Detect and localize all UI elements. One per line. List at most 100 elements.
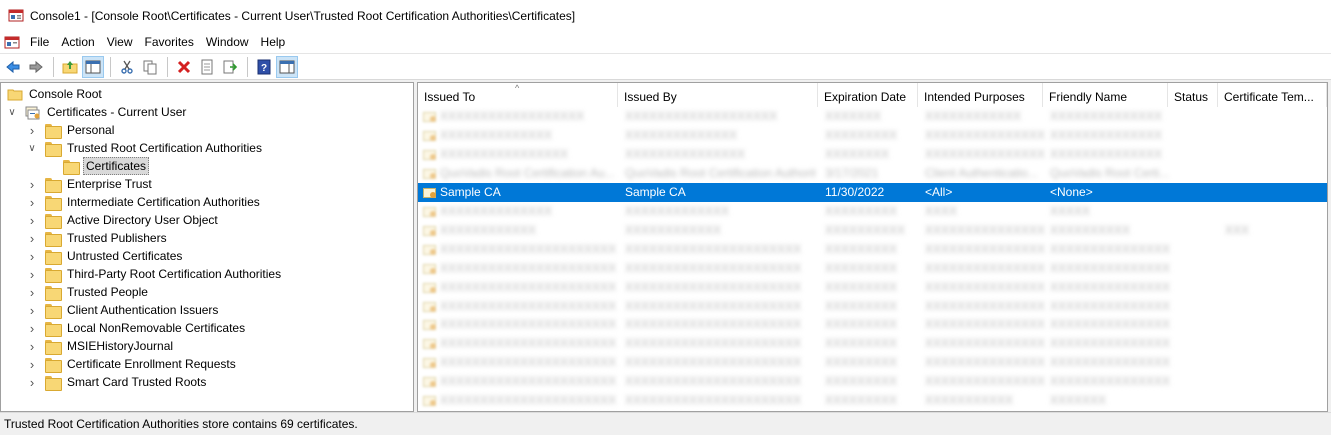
system-menu-icon[interactable] — [4, 35, 20, 51]
delete-button[interactable] — [173, 56, 195, 78]
toolbar-separator — [167, 56, 168, 77]
export-list-button[interactable] — [219, 56, 241, 78]
cell-intended-purposes: XXXXXXXXXXXXXXXX — [925, 279, 1045, 294]
menu-window[interactable]: Window — [202, 32, 257, 53]
menu-action[interactable]: Action — [57, 32, 102, 53]
tree-item[interactable]: › Certificate Enrollment Requests — [27, 355, 238, 373]
chevron-right-icon[interactable]: › — [27, 229, 37, 247]
forward-icon — [29, 60, 43, 73]
certificate-row[interactable]: XXXXXXXXXXXXXXXXXXXXXXXXXXXXXXXXXXXXXXXX… — [418, 126, 1327, 145]
certificate-row[interactable]: XXXXXXXXXXXXXXXXXXXXXXXXXXXXXXXXXXXXXXXX… — [418, 372, 1327, 391]
column-header-intended-purposes[interactable]: Intended Purposes — [918, 83, 1043, 107]
copy-button[interactable] — [139, 56, 161, 78]
help-button[interactable]: ? — [253, 56, 275, 78]
column-header-issued-by[interactable]: Issued By — [618, 83, 818, 107]
cell-issued-by: XXXXXXXXXXXXXXXXXXXXXX — [625, 298, 802, 313]
tree-item[interactable]: › Smart Card Trusted Roots — [27, 373, 208, 391]
cell-issued-by: XXXXXXXXXXXXXX — [625, 127, 738, 142]
certificate-row[interactable]: XXXXXXXXXXXXXXXXXXXXXXXXXXXXXXXXXXXXXXXX… — [418, 297, 1327, 316]
tree-item[interactable]: ∨ Certificates - Current User — [7, 103, 188, 121]
certificate-icon — [422, 355, 437, 370]
certificate-row[interactable]: XXXXXXXXXXXXXXXXXXXXXXXXXXXXXXXXXXXXXXXX… — [418, 315, 1327, 334]
tree-item[interactable]: › Trusted Publishers — [27, 229, 169, 247]
tree-item[interactable]: Certificates — [45, 157, 150, 175]
chevron-right-icon[interactable]: › — [27, 337, 37, 355]
toolbar: ? — [0, 53, 1331, 80]
certificate-row[interactable]: XXXXXXXXXXXXXXXXXXXXXXXXXXXXXXXXXXXXXXXX… — [418, 107, 1327, 126]
tree-item[interactable]: › Trusted People — [27, 283, 150, 301]
certificate-row[interactable]: XXXXXXXXXXXXXXXXXXXXXXXXXXXXXXXXXXXXXXXX… — [418, 334, 1327, 353]
console-tree[interactable]: Console Root ∨ Certificates - Current User… — [0, 82, 414, 412]
chevron-right-icon[interactable]: › — [27, 355, 37, 373]
cell-issued-to: XXXXXXXXXXXXXXXXXXXXXXXXXXX — [440, 260, 616, 275]
cell-certificate-template — [1225, 259, 1325, 278]
chevron-right-icon[interactable]: › — [27, 211, 37, 229]
show-hide-tree-icon — [85, 60, 101, 73]
chevron-down-icon[interactable]: ∨ — [7, 103, 17, 121]
tree-item[interactable]: › Client Authentication Issuers — [27, 301, 220, 319]
cell-expiration-date: XXXXXXXXX — [825, 374, 898, 389]
show-hide-action-pane-button[interactable] — [276, 55, 298, 78]
back-button[interactable] — [2, 56, 24, 78]
column-header-status[interactable]: Status — [1168, 83, 1218, 107]
certificate-row[interactable]: XXXXXXXXXXXXXXXXXXXXXXXXXXXXXXXXXXXXXXXX… — [418, 202, 1327, 221]
properties-button[interactable] — [196, 56, 218, 78]
cell-expiration-date: XXXXXXXXX — [825, 260, 898, 275]
certificate-row[interactable]: XXXXXXXXXXXXXXXXXXXXXXXXXXXXXXXXXXXXXXXX… — [418, 221, 1327, 240]
cell-friendly-name: XXXXXXXXXXXXXXXX — [1050, 260, 1170, 275]
cell-intended-purposes: XXXXXXXXXXXXXXXX — [925, 241, 1045, 256]
certificate-row[interactable]: XXXXXXXXXXXXXXXXXXXXXXXXXXXXXXXXXXXXXXXX… — [418, 240, 1327, 259]
menu-view[interactable]: View — [103, 32, 141, 53]
tree-item[interactable]: › Local NonRemovable Certificates — [27, 319, 247, 337]
tree-item-label: Smart Card Trusted Roots — [67, 375, 207, 389]
chevron-right-icon[interactable]: › — [27, 121, 37, 139]
certificate-row[interactable]: QuoVadis Root Certification Au... QuoVadi… — [418, 164, 1327, 183]
cell-friendly-name: XXXXXXXXXXXXXX — [1050, 127, 1163, 142]
tree-item[interactable]: › Intermediate Certification Authorities — [27, 193, 262, 211]
forward-button[interactable] — [25, 56, 47, 78]
folder-icon — [45, 249, 62, 265]
up-one-level-button[interactable] — [59, 56, 81, 78]
toolbar-separator — [53, 56, 54, 77]
certificate-row[interactable]: XXXXXXXXXXXXXXXXXXXXXXXXXXXXXXXXXXXXXXXX… — [418, 391, 1327, 410]
certificate-row[interactable]: XXXXXXXXXXXXXXXXXXXXXXXXXXXXXXXXXXXXXXXX… — [418, 145, 1327, 164]
tree-item[interactable]: › Personal — [27, 121, 116, 139]
chevron-right-icon[interactable]: › — [27, 319, 37, 337]
tree-item[interactable]: › MSIEHistoryJournal — [27, 337, 175, 355]
tree-item[interactable]: Console Root — [7, 85, 104, 103]
certificate-list[interactable]: Issued To ^ Issued By Expiration Date In… — [417, 82, 1328, 412]
chevron-right-icon[interactable]: › — [27, 301, 37, 319]
certificate-row[interactable]: XXXXXXXXXXXXXXXXXXXXXXXXXXXXXXXXXXXXXXXX… — [418, 278, 1327, 297]
cell-certificate-template — [1225, 353, 1325, 372]
cell-friendly-name: <None> — [1050, 184, 1093, 199]
menu-file[interactable]: File — [26, 32, 57, 53]
column-header-certificate-template[interactable]: Certificate Tem... — [1218, 83, 1327, 107]
menu-help[interactable]: Help — [257, 32, 294, 53]
certificate-row[interactable]: XXXXXXXXXXXXXXXXXXXXXXXXXXXXXXXXXXXXXXXX… — [418, 259, 1327, 278]
menu-favorites[interactable]: Favorites — [141, 32, 202, 53]
column-header-friendly-name[interactable]: Friendly Name — [1043, 83, 1168, 107]
folder-icon — [45, 321, 62, 337]
tree-item[interactable]: › Untrusted Certificates — [27, 247, 184, 265]
cell-intended-purposes: XXXXXXXXXXXX — [925, 109, 1022, 123]
tree-item[interactable]: › Enterprise Trust — [27, 175, 154, 193]
copy-icon — [143, 60, 157, 74]
chevron-right-icon[interactable]: › — [27, 193, 37, 211]
tree-item[interactable]: › Active Directory User Object — [27, 211, 220, 229]
chevron-right-icon[interactable]: › — [27, 373, 37, 391]
tree-item[interactable]: › Third-Party Root Certification Authorit… — [27, 265, 283, 283]
cell-certificate-template — [1225, 334, 1325, 353]
cell-intended-purposes: Client Authenticatio... — [925, 165, 1038, 180]
chevron-right-icon[interactable]: › — [27, 175, 37, 193]
chevron-down-icon[interactable]: ∨ — [27, 139, 37, 157]
chevron-right-icon[interactable]: › — [27, 265, 37, 283]
chevron-right-icon[interactable]: › — [27, 283, 37, 301]
cell-friendly-name: XXXXX — [1050, 203, 1091, 218]
certificate-row[interactable]: Sample CA Sample CA 11/30/2022 <All> <None> — [418, 182, 1327, 202]
cut-button[interactable] — [116, 56, 138, 78]
chevron-right-icon[interactable]: › — [27, 247, 37, 265]
show-hide-console-tree-button[interactable] — [82, 55, 104, 78]
tree-item[interactable]: ∨ Trusted Root Certification Authorities — [27, 139, 264, 157]
certificate-row[interactable]: XXXXXXXXXXXXXXXXXXXXXXXXXXXXXXXXXXXXXXXX… — [418, 353, 1327, 372]
column-header-expiration-date[interactable]: Expiration Date — [818, 83, 918, 107]
